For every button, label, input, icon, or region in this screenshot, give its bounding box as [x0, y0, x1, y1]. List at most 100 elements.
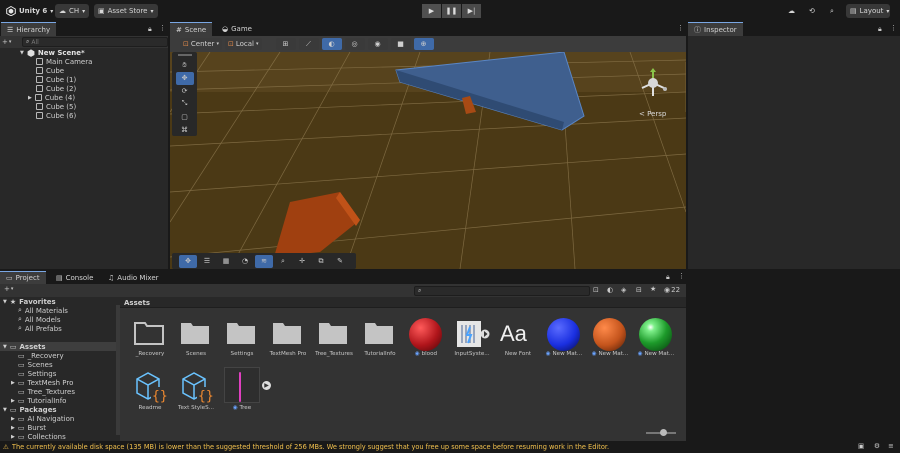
undo-history-button[interactable]: ⟲: [805, 4, 819, 18]
more-icon[interactable]: ⋮: [890, 24, 897, 32]
search-by-label-icon[interactable]: ◐: [607, 286, 613, 294]
asset-text-style[interactable]: {} Text StyleS...: [174, 371, 218, 415]
transform-tool-button[interactable]: ⌘: [176, 123, 194, 136]
visibility-toggle[interactable]: ◎: [344, 38, 365, 50]
overlay-button[interactable]: ⧉: [312, 255, 330, 268]
slider-thumb[interactable]: [660, 429, 667, 436]
favorite-item[interactable]: ⌕ All Prefabs: [18, 324, 62, 333]
increment-snap-button[interactable]: ⟋: [298, 38, 319, 50]
unity-account-menu[interactable]: Unity 6 ▾: [2, 4, 57, 18]
asset-tree[interactable]: ▶ ◉ Tree: [220, 367, 271, 415]
hierarchy-item[interactable]: Cube (2): [36, 84, 76, 93]
asset-folder[interactable]: _Recovery: [128, 317, 172, 361]
package-item[interactable]: ▶ ▭ Collections: [11, 432, 66, 441]
search-by-type-icon[interactable]: ⊡: [593, 286, 599, 294]
space-dropdown[interactable]: ⊡ Local ▾: [224, 38, 262, 50]
layout-dropdown[interactable]: ▤ Layout ▾: [846, 4, 890, 18]
hierarchy-item[interactable]: Cube (1): [36, 75, 76, 84]
tag-icon[interactable]: ◈: [621, 286, 626, 294]
hand-tool-button[interactable]: ✋︎: [176, 59, 194, 72]
asset-font[interactable]: Aa New Font: [496, 317, 540, 361]
lock-icon[interactable]: 🔒︎: [878, 25, 882, 34]
hierarchy-item[interactable]: ▶ Cube (4): [28, 93, 75, 102]
tab-audio-mixer[interactable]: ♫ Audio Mixer: [102, 271, 165, 284]
tab-scene[interactable]: # Scene: [170, 22, 213, 36]
more-icon[interactable]: ⋮: [677, 24, 684, 32]
tab-hierarchy[interactable]: ☰ Hierarchy: [1, 22, 57, 36]
breadcrumb[interactable]: Assets: [124, 299, 150, 307]
tree-folder[interactable]: ▶ ▭ TextMesh Pro: [11, 378, 73, 387]
package-item[interactable]: ▶ ▭ Burst: [11, 423, 46, 432]
move-tool-button[interactable]: ✥: [175, 71, 194, 85]
favorites-header[interactable]: ▼ ★ Favorites: [3, 297, 56, 306]
create-button[interactable]: + ▾: [2, 37, 18, 47]
project-search-input[interactable]: ⌕: [414, 286, 590, 296]
step-button[interactable]: ▶|: [462, 4, 481, 18]
overlay-button[interactable]: ✥: [179, 254, 197, 268]
asset-input-system[interactable]: InputSyste...: [450, 317, 494, 361]
camera-settings-dropdown[interactable]: ■: [390, 38, 411, 50]
gizmos-dropdown[interactable]: ⊕: [413, 38, 434, 50]
project-create-button[interactable]: + ▾: [4, 285, 13, 293]
overlay-button[interactable]: ▦: [217, 255, 235, 268]
lock-filter-icon[interactable]: ⊟: [636, 286, 642, 294]
asset-folder[interactable]: Settings: [220, 317, 264, 361]
hierarchy-item[interactable]: Cube (5): [36, 102, 76, 111]
asset-folder[interactable]: Tree_Textures: [312, 317, 356, 361]
pause-button[interactable]: ❚❚: [442, 4, 461, 18]
tree-folder[interactable]: ▶ ▭ TutorialInfo: [11, 396, 66, 405]
overlay-button[interactable]: ⌕: [274, 255, 292, 268]
asset-folder[interactable]: Scenes: [174, 317, 218, 361]
projection-label[interactable]: < Persp: [639, 110, 666, 118]
search-button[interactable]: ⌕: [826, 4, 838, 18]
tab-project[interactable]: ▭ Project: [0, 271, 46, 284]
hierarchy-item[interactable]: Cube: [36, 66, 64, 75]
hierarchy-item[interactable]: Main Camera: [36, 57, 92, 66]
lock-icon[interactable]: 🔒︎: [666, 273, 670, 282]
hierarchy-search-input[interactable]: ⌕ All: [22, 37, 168, 47]
asset-material[interactable]: ◉ New Mat...: [634, 317, 678, 361]
scene-viewport[interactable]: < Persp ✋︎ ✥ ⟳ ⤡ ▢ ⌘ ✥ ☰ ▦ ◔ ≋ ⌕ ✛ ⧉ ✎: [170, 52, 686, 269]
star-icon[interactable]: ★: [650, 285, 656, 293]
tab-inspector[interactable]: ⓘ Inspector: [688, 22, 743, 36]
expand-asset-icon[interactable]: ▶: [262, 381, 271, 390]
more-icon[interactable]: ⋮: [678, 272, 685, 280]
progress-icon[interactable]: ⚙: [874, 442, 880, 450]
rotate-tool-button[interactable]: ⟳: [176, 85, 194, 98]
packages-root[interactable]: ▼ ▭ Packages: [3, 405, 57, 414]
orientation-gizmo[interactable]: [638, 68, 668, 98]
asset-folder[interactable]: TutorialInfo: [358, 317, 402, 361]
more-icon[interactable]: ⋮: [159, 24, 166, 32]
rect-tool-button[interactable]: ▢: [176, 110, 194, 123]
asset-readme[interactable]: {} Readme: [128, 371, 172, 415]
cloud-button[interactable]: ☁: [784, 4, 799, 18]
lock-icon[interactable]: 🔒︎: [148, 25, 152, 34]
asset-material[interactable]: ◉ New Mat...: [588, 317, 632, 361]
tree-folder[interactable]: ▭ Tree_Textures: [18, 387, 75, 396]
tree-folder[interactable]: ▭ Scenes: [18, 360, 53, 369]
grid-snap-button[interactable]: ⊞: [275, 38, 296, 50]
package-item[interactable]: ▶ ▭ AI Navigation: [11, 414, 74, 423]
tab-console[interactable]: ▤ Console: [50, 271, 99, 284]
play-button[interactable]: ▶: [422, 4, 441, 18]
overlay-button[interactable]: ≋: [255, 254, 273, 268]
drag-handle-icon[interactable]: [177, 54, 192, 56]
tree-folder[interactable]: ▭ _Recovery: [18, 351, 64, 360]
hidden-count[interactable]: ◉ 22: [664, 286, 680, 294]
asset-material[interactable]: ◉ blood: [404, 317, 448, 361]
overlay-button[interactable]: ✛: [293, 255, 311, 268]
hierarchy-item[interactable]: Cube (6): [36, 111, 76, 120]
tab-game[interactable]: ◒ Game: [216, 22, 258, 36]
status-message[interactable]: The currently available disk space (135 …: [12, 443, 832, 451]
overlay-button[interactable]: ◔: [236, 255, 254, 268]
asset-store-button[interactable]: ▣ Asset Store ▾: [94, 4, 158, 18]
notifications-icon[interactable]: ≡: [888, 442, 894, 450]
scene-root-row[interactable]: ▼ New Scene*: [20, 48, 85, 57]
pivot-dropdown[interactable]: ⊡ Center ▾: [180, 38, 222, 50]
favorite-item[interactable]: ⌕ All Materials: [18, 306, 68, 315]
favorite-item[interactable]: ⌕ All Models: [18, 315, 61, 324]
scale-tool-button[interactable]: ⤡: [176, 97, 194, 110]
tree-folder[interactable]: ▭ Settings: [18, 369, 56, 378]
debug-icon[interactable]: ▣: [858, 442, 864, 450]
asset-material[interactable]: ◉ New Mat...: [542, 317, 586, 361]
